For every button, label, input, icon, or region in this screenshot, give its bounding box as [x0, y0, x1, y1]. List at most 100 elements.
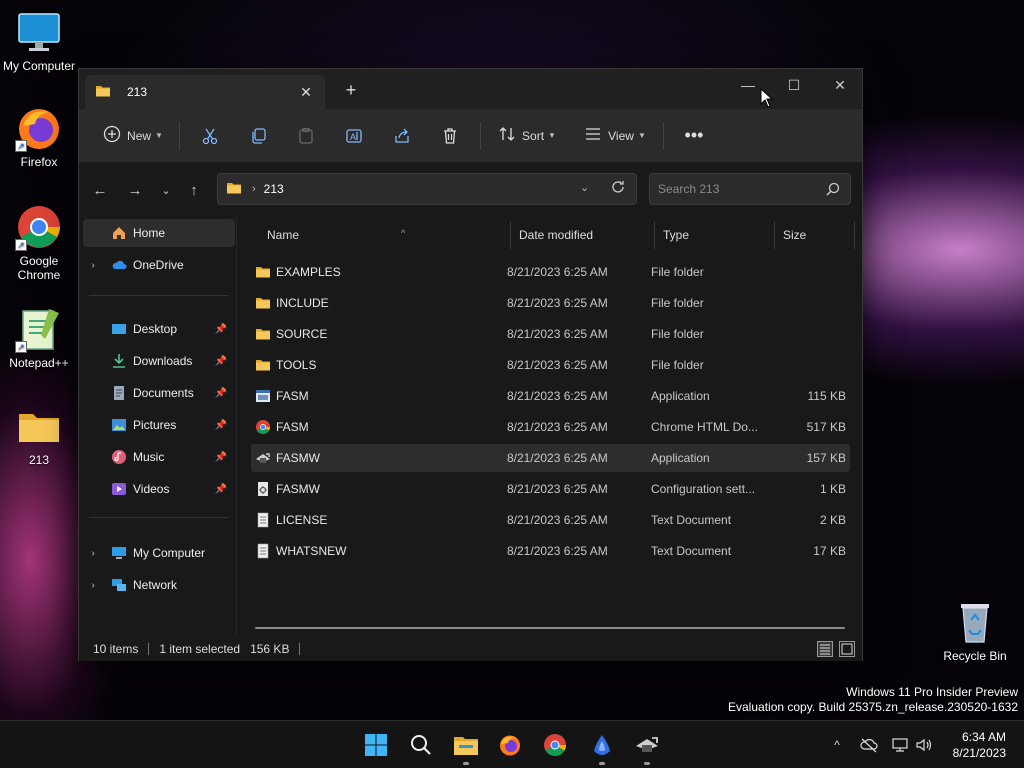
rename-button[interactable]: A: [330, 120, 378, 152]
table-row[interactable]: SOURCE 8/21/2023 6:25 AM File folder: [251, 320, 850, 348]
taskbar-google-chrome[interactable]: [539, 729, 571, 761]
file-date: 8/21/2023 6:25 AM: [507, 265, 608, 279]
chrome-icon: [544, 734, 566, 756]
nav-item-label: My Computer: [133, 546, 206, 560]
command-bar: New ▼ A Sort ▼ View ▼ •••: [79, 109, 862, 163]
file-size: 2 KB: [819, 513, 846, 527]
delete-button[interactable]: [426, 120, 474, 152]
table-row[interactable]: LICENSE 8/21/2023 6:25 AM Text Document …: [251, 506, 850, 534]
file-date: 8/21/2023 6:25 AM: [507, 358, 608, 372]
table-row[interactable]: FASMW 8/21/2023 6:25 AM Configuration se…: [251, 475, 850, 503]
file-type: Text Document: [651, 544, 732, 558]
recent-locations-button[interactable]: ⌄: [153, 179, 179, 203]
share-button[interactable]: [378, 120, 426, 152]
taskbar-file-explorer[interactable]: [450, 729, 482, 765]
close-tab-icon[interactable]: ✕: [297, 83, 315, 101]
file-size: 1 KB: [819, 482, 846, 496]
desktop-icon-my-computer[interactable]: My Computer: [1, 8, 77, 73]
file-name: SOURCE: [276, 327, 328, 341]
desktop-icon-google-chrome[interactable]: ↗ Google Chrome: [1, 203, 77, 282]
copy-button[interactable]: [234, 120, 282, 152]
new-button-label: New: [127, 128, 152, 143]
chevron-right-icon[interactable]: ›: [83, 548, 103, 559]
large-icons-view-toggle[interactable]: [839, 641, 855, 657]
column-header-name[interactable]: Name ^: [259, 221, 511, 249]
more-options-button[interactable]: •••: [670, 120, 718, 152]
table-row[interactable]: INCLUDE 8/21/2023 6:25 AM File folder: [251, 289, 850, 317]
table-row[interactable]: FASM 8/21/2023 6:25 AM Application 115 K…: [251, 382, 850, 410]
new-button[interactable]: New ▼: [93, 120, 173, 152]
cut-button[interactable]: [186, 120, 234, 152]
column-header-type[interactable]: Type: [655, 221, 775, 249]
pin-icon: 📌: [214, 387, 228, 399]
cloud-offline-icon[interactable]: [859, 735, 879, 755]
file-name: WHATSNEW: [276, 544, 347, 558]
tab-213[interactable]: 213 ✕: [85, 75, 325, 109]
breadcrumb-item[interactable]: 213: [264, 182, 284, 196]
desktop-icon-label: Recycle Bin: [943, 649, 1007, 663]
refresh-icon[interactable]: [610, 179, 626, 198]
status-divider: [148, 643, 150, 655]
forward-button[interactable]: →: [122, 179, 148, 203]
document-icon: [111, 385, 127, 401]
search-input[interactable]: [650, 174, 810, 204]
network-tray-icon[interactable]: [890, 735, 910, 755]
nav-item-onedrive[interactable]: › OneDrive: [83, 251, 235, 279]
table-row[interactable]: FASM 8/21/2023 6:25 AM Chrome HTML Do...…: [251, 413, 850, 441]
paste-button[interactable]: [282, 120, 330, 152]
nav-item-documents[interactable]: Documents 📌: [83, 379, 235, 407]
back-button[interactable]: ←: [87, 179, 113, 203]
chevron-right-icon[interactable]: ›: [83, 580, 103, 591]
desktop-icon-firefox[interactable]: ↗ Firefox: [1, 104, 77, 169]
nav-item-pictures[interactable]: Pictures 📌: [83, 411, 235, 439]
search-icon: [411, 735, 431, 755]
close-window-button[interactable]: ✕: [817, 69, 863, 101]
taskbar-fasmw[interactable]: [631, 729, 663, 765]
maximize-button[interactable]: ☐: [771, 69, 817, 101]
desktop-icon-folder-213[interactable]: 213: [1, 402, 77, 467]
table-row[interactable]: WHATSNEW 8/21/2023 6:25 AM Text Document…: [251, 537, 850, 565]
new-tab-button[interactable]: +: [341, 81, 361, 101]
recycle-bin-icon: [951, 598, 999, 646]
desktop-icon-recycle-bin[interactable]: Recycle Bin: [937, 598, 1013, 663]
show-hidden-icons-button[interactable]: ^: [827, 735, 847, 755]
up-button[interactable]: ↑: [181, 179, 207, 203]
nav-item-home[interactable]: Home: [83, 219, 235, 247]
selection-size: 156 KB: [250, 642, 290, 656]
watermark-line: Evaluation copy. Build 25375.zn_release.…: [728, 700, 1018, 714]
system-clock[interactable]: 6:34 AM 8/21/2023: [953, 729, 1006, 761]
folder-icon: [95, 83, 111, 102]
details-view-toggle[interactable]: [817, 641, 833, 657]
nav-item-network[interactable]: › Network: [83, 571, 235, 599]
taskbar-search-button[interactable]: [405, 729, 437, 761]
running-indicator: [463, 762, 469, 765]
pin-icon: 📌: [214, 419, 228, 431]
nav-item-downloads[interactable]: Downloads 📌: [83, 347, 235, 375]
table-row[interactable]: EXAMPLES 8/21/2023 6:25 AM File folder: [251, 258, 850, 286]
start-button[interactable]: [360, 729, 392, 761]
sort-button-label: Sort: [522, 128, 545, 143]
volume-icon[interactable]: [914, 735, 934, 755]
horizontal-scrollbar[interactable]: [255, 627, 845, 629]
pin-icon: 📌: [214, 323, 228, 335]
table-row[interactable]: TOOLS 8/21/2023 6:25 AM File folder: [251, 351, 850, 379]
column-header-size[interactable]: Size: [775, 221, 855, 249]
search-icon[interactable]: [826, 182, 840, 199]
address-bar[interactable]: › 213 ⌄: [217, 173, 637, 205]
address-dropdown-icon[interactable]: ⌄: [580, 181, 589, 194]
nav-item-desktop[interactable]: Desktop 📌: [83, 315, 235, 343]
nav-item-videos[interactable]: Videos 📌: [83, 475, 235, 503]
nav-item-my-computer[interactable]: › My Computer: [83, 539, 235, 567]
file-list: Name ^ Date modified Type Size EXAMPLES …: [239, 217, 862, 637]
title-bar: 213 ✕ + — ☐ ✕: [79, 69, 862, 109]
nav-item-music[interactable]: Music 📌: [83, 443, 235, 471]
view-button[interactable]: View ▼: [573, 120, 657, 152]
chevron-right-icon[interactable]: ›: [83, 260, 103, 271]
column-header-date[interactable]: Date modified: [511, 221, 655, 249]
taskbar-app-blue[interactable]: [586, 729, 618, 765]
desktop-icon-notepad-plus-plus[interactable]: ↗ Notepad++: [1, 305, 77, 370]
taskbar-firefox[interactable]: [494, 729, 526, 761]
table-row-selected[interactable]: FASMW 8/21/2023 6:25 AM Application 157 …: [251, 444, 850, 472]
sort-button[interactable]: Sort ▼: [487, 120, 567, 152]
folder-icon: [255, 295, 271, 311]
